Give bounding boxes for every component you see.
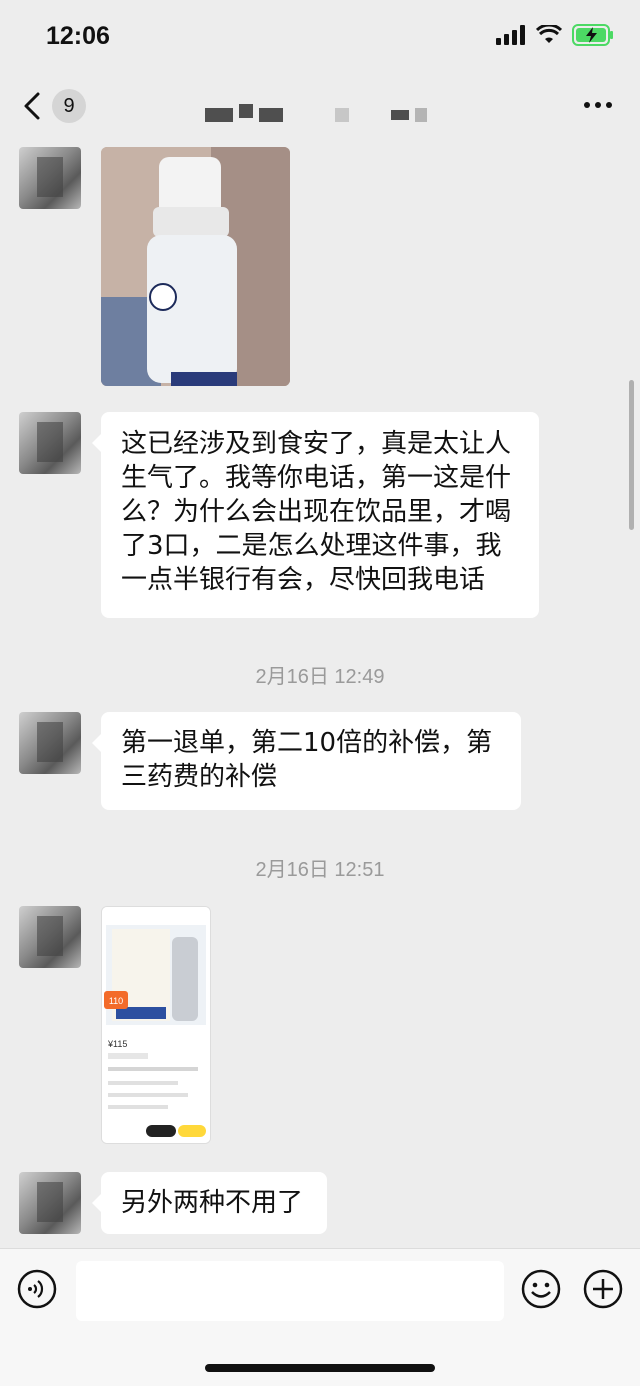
message-input[interactable] (76, 1261, 504, 1321)
message-bubble[interactable]: 另外两种不用了 (92, 1172, 327, 1234)
photo-message-screenshot[interactable]: 110 ¥115 (101, 906, 211, 1144)
chevron-left-icon (24, 92, 40, 120)
contact-avatar[interactable] (19, 412, 81, 474)
battery-charging-icon (572, 24, 613, 46)
more-dots-icon (584, 102, 590, 108)
photo-message-bottle[interactable] (101, 147, 290, 386)
voice-icon[interactable] (17, 1269, 57, 1309)
message-text: 第一退单，第二10倍的补偿，第三药费的补偿 (121, 728, 493, 792)
product-screenshot: 110 ¥115 (102, 907, 210, 1143)
contact-avatar[interactable] (19, 147, 81, 209)
wifi-icon (536, 25, 562, 43)
message-bubble[interactable]: 第一退单，第二10倍的补偿，第三药费的补偿 (92, 712, 521, 810)
price-tag-text: 110 (109, 996, 123, 1006)
status-bar: 12:06 (0, 0, 640, 78)
status-icons (496, 24, 614, 46)
unread-count-badge: 9 (52, 89, 86, 123)
contact-avatar[interactable] (19, 1172, 81, 1234)
message-text: 这已经涉及到食安了，真是太让人生气了。我等你电话，第一这是什么？为什么会出现在饮… (121, 429, 512, 595)
more-options-button[interactable] (584, 102, 612, 108)
contact-avatar[interactable] (19, 906, 81, 968)
scroll-indicator[interactable] (629, 380, 634, 530)
chat-header: 9 (0, 78, 640, 140)
contact-avatar[interactable] (19, 712, 81, 774)
chat-title-obscured (205, 104, 427, 125)
price-text: ¥115 (107, 1039, 127, 1049)
message-text: 另外两种不用了 (121, 1188, 304, 1218)
status-time: 12:06 (46, 22, 110, 50)
timestamp: 2月16日 12:51 (255, 859, 385, 881)
back-button[interactable]: 9 (18, 86, 86, 126)
timestamp: 2月16日 12:49 (255, 666, 385, 688)
message-bubble[interactable]: 这已经涉及到食安了，真是太让人生气了。我等你电话，第一这是什么？为什么会出现在饮… (92, 412, 539, 618)
bottle-photo (101, 147, 290, 386)
emoji-icon[interactable] (521, 1269, 561, 1309)
home-indicator[interactable] (205, 1364, 435, 1372)
signal-icon (496, 25, 525, 45)
plus-icon[interactable] (583, 1269, 623, 1309)
